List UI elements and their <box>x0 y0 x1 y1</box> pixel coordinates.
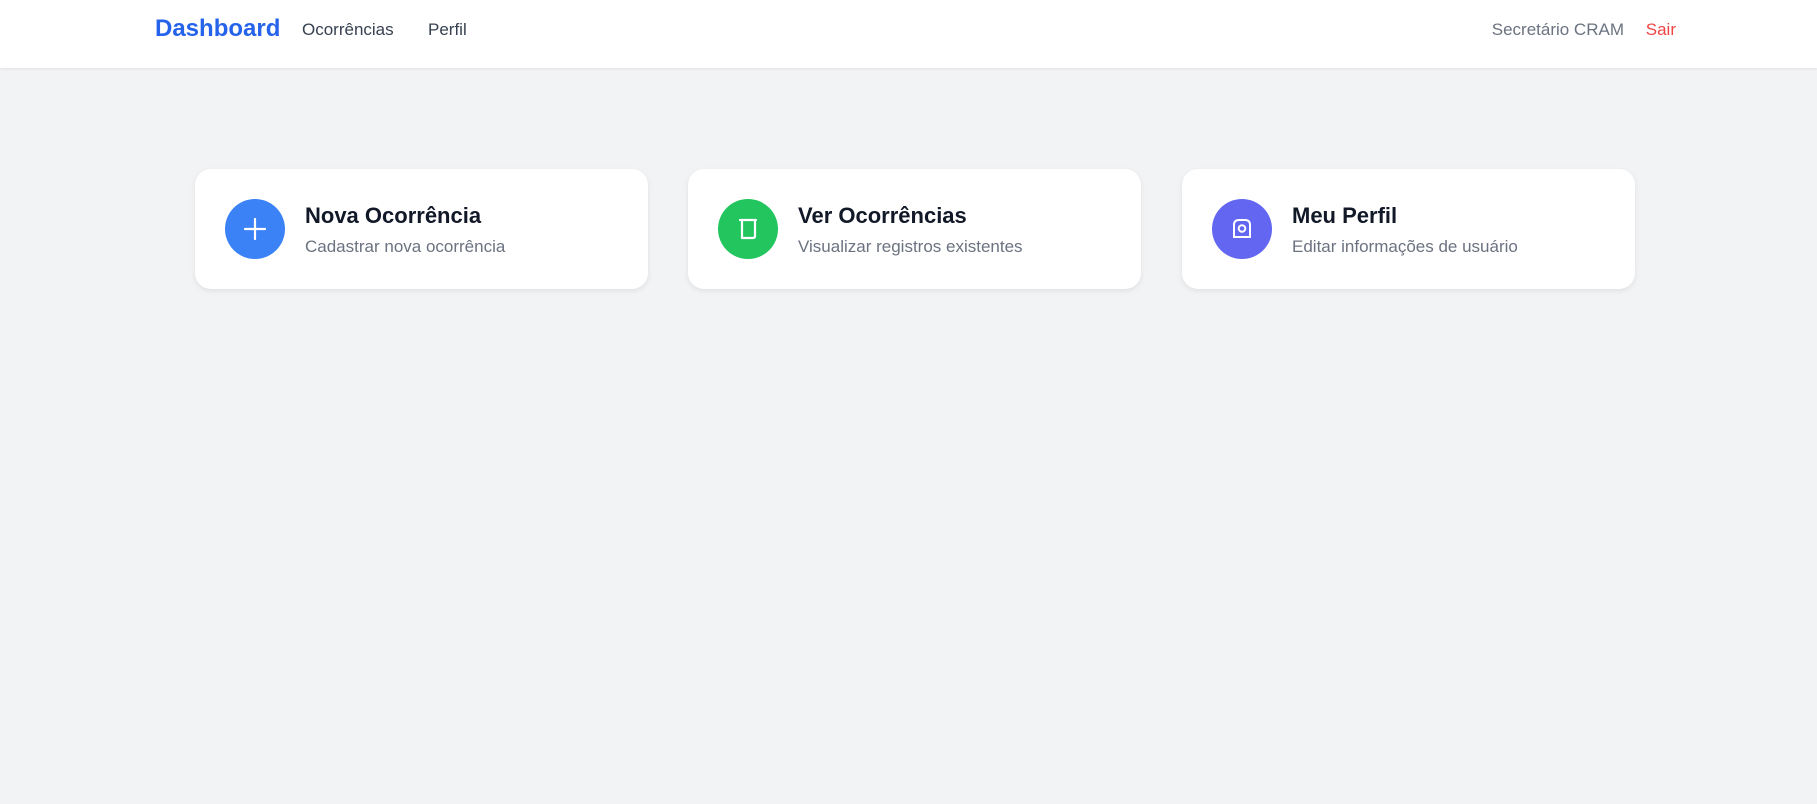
card-title: Nova Ocorrência <box>305 203 482 228</box>
card-meu-perfil[interactable]: Meu Perfil Editar informações de usuário <box>1182 169 1635 289</box>
card-ver-ocorrencias[interactable]: Ver Ocorrências Visualizar registros exi… <box>688 169 1141 289</box>
card-description: Cadastrar nova ocorrência <box>305 237 506 256</box>
card-description: Visualizar registros existentes <box>798 237 1023 256</box>
card-title: Meu Perfil <box>1292 203 1398 228</box>
card-description: Editar informações de usuário <box>1292 237 1518 256</box>
plus-icon <box>225 199 285 259</box>
card-title: Ver Ocorrências <box>798 203 967 228</box>
document-icon <box>718 199 778 259</box>
brand-link[interactable]: Dashboard <box>155 15 280 43</box>
logout-link[interactable]: Sair <box>1646 20 1676 40</box>
current-user-name: Secretário CRAM <box>1491 20 1624 39</box>
nav-link-ocorrencias[interactable]: Ocorrências <box>302 20 394 40</box>
card-nova-ocorrencia[interactable]: Nova Ocorrência Cadastrar nova ocorrênci… <box>195 169 648 289</box>
user-icon <box>1212 199 1272 259</box>
nav-link-perfil[interactable]: Perfil <box>428 20 467 40</box>
top-navbar: Dashboard Ocorrências Perfil Secretário … <box>0 0 1817 68</box>
